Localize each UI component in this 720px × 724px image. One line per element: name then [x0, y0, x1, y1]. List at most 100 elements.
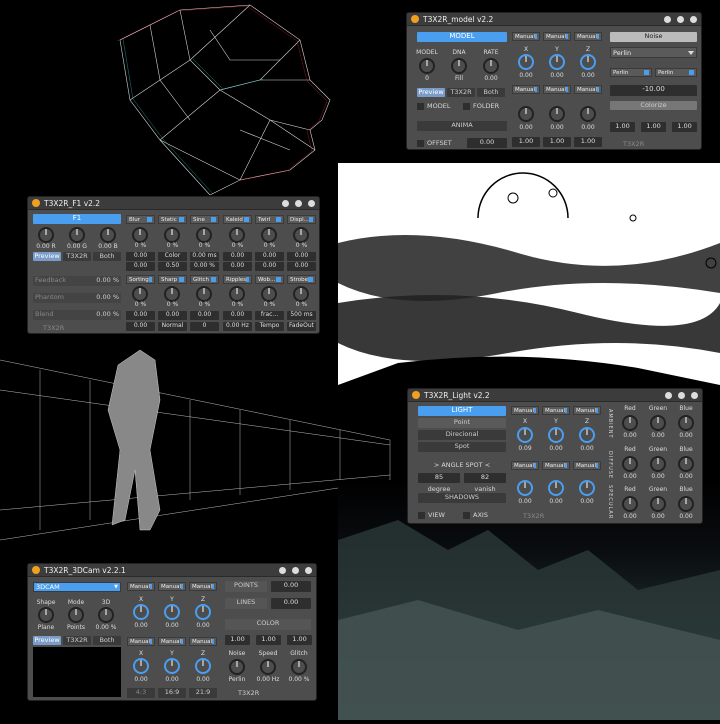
- effect-param[interactable]: 0.00: [126, 262, 155, 271]
- aspect-16-9-button[interactable]: 16:9: [158, 688, 186, 698]
- aspect-4-3-button[interactable]: 4:3: [127, 688, 155, 698]
- link-icon[interactable]: [677, 15, 684, 23]
- effect-dropdown[interactable]: Displ...: [287, 215, 316, 224]
- scale-y[interactable]: 1.00: [543, 137, 571, 147]
- noise-button[interactable]: Noise: [610, 32, 697, 42]
- x2-knob[interactable]: [516, 479, 534, 497]
- perlin-dropdown[interactable]: Perlin: [610, 47, 697, 58]
- dna-knob[interactable]: [450, 57, 468, 75]
- rgb-knob[interactable]: [649, 455, 667, 473]
- effect-param[interactable]: 0: [190, 322, 219, 331]
- shape-knob[interactable]: [37, 606, 55, 624]
- spot-button[interactable]: Spot: [418, 442, 506, 452]
- z-mode-dropdown[interactable]: Manual: [573, 406, 601, 415]
- z2-knob[interactable]: [578, 479, 596, 497]
- offset-checkbox[interactable]: OFFSET: [417, 139, 452, 147]
- y-mode-dropdown[interactable]: Manual: [158, 582, 186, 591]
- z2-mode-dropdown[interactable]: Manual: [574, 85, 602, 94]
- x2-knob[interactable]: [517, 105, 535, 123]
- link-icon[interactable]: [295, 199, 302, 207]
- colorize-button[interactable]: Colorize: [610, 101, 697, 110]
- color-3[interactable]: 1.00: [672, 122, 697, 132]
- shadows-button[interactable]: SHADOWS: [418, 493, 506, 503]
- degree-value[interactable]: 85: [418, 473, 460, 483]
- rgb-knob[interactable]: [649, 414, 667, 432]
- y-knob[interactable]: [163, 603, 181, 621]
- y2-knob[interactable]: [548, 105, 566, 123]
- phantom-slider[interactable]: Phantom 0.00 %: [33, 293, 121, 303]
- directional-button[interactable]: Direcional: [418, 430, 506, 440]
- rgb-knob[interactable]: [621, 495, 639, 513]
- effect-param[interactable]: 0.00: [287, 252, 316, 261]
- camera-type-dropdown[interactable]: 3DCAM ▼: [33, 582, 121, 592]
- color-2[interactable]: 1.00: [641, 122, 666, 132]
- y2-knob[interactable]: [163, 657, 181, 675]
- effect-dropdown[interactable]: Strobe: [287, 275, 316, 284]
- tab-preview[interactable]: Preview: [417, 88, 445, 97]
- effect-dropdown[interactable]: Wob...: [255, 275, 284, 284]
- points-button[interactable]: POINTS: [225, 581, 267, 592]
- z-knob[interactable]: [579, 53, 597, 71]
- effect-dropdown[interactable]: Blur: [126, 215, 155, 224]
- speed-knob[interactable]: [259, 658, 277, 676]
- z2-knob[interactable]: [579, 105, 597, 123]
- z2-mode-dropdown[interactable]: Manual: [573, 461, 601, 470]
- tab-both[interactable]: Both: [93, 636, 121, 645]
- axis-checkbox[interactable]: AXIS: [463, 511, 488, 519]
- save-icon[interactable]: [691, 391, 698, 399]
- color-3[interactable]: 1.00: [287, 635, 312, 645]
- y-mode-dropdown[interactable]: Manual: [542, 406, 570, 415]
- point-button[interactable]: Point: [418, 418, 506, 428]
- tab-preview[interactable]: Preview: [33, 636, 61, 645]
- effect-param[interactable]: 0.50: [158, 262, 187, 271]
- effect-dropdown[interactable]: Ripples: [223, 275, 252, 284]
- z-mode-dropdown[interactable]: Manual: [574, 32, 602, 41]
- tab-both[interactable]: Both: [93, 252, 121, 261]
- z2-knob[interactable]: [194, 657, 212, 675]
- power-icon[interactable]: [411, 15, 419, 23]
- settings-icon[interactable]: [664, 15, 671, 23]
- y2-mode-dropdown[interactable]: Manual: [542, 461, 570, 470]
- model-checkbox[interactable]: MODEL: [417, 102, 450, 110]
- y2-mode-dropdown[interactable]: Manual: [543, 85, 571, 94]
- power-icon[interactable]: [412, 391, 420, 399]
- rgb-knob[interactable]: [677, 495, 695, 513]
- green-knob[interactable]: [68, 226, 86, 244]
- effect-param[interactable]: 0.00 Hz: [223, 322, 252, 331]
- link-icon[interactable]: [292, 566, 299, 574]
- x-knob[interactable]: [517, 53, 535, 71]
- effect-param[interactable]: 0.00: [223, 252, 252, 261]
- effect-param[interactable]: FadeOut: [287, 322, 316, 331]
- lines-value[interactable]: 0.00: [271, 598, 311, 609]
- z2-mode-dropdown[interactable]: Manual: [189, 637, 217, 646]
- settings-icon[interactable]: [282, 199, 289, 207]
- light-button[interactable]: LIGHT: [418, 406, 506, 416]
- power-icon[interactable]: [32, 199, 40, 207]
- perlin-b-dropdown[interactable]: Perlin: [655, 68, 697, 77]
- save-icon[interactable]: [690, 15, 697, 23]
- offset-value[interactable]: 0.00: [467, 138, 507, 148]
- x2-knob[interactable]: [132, 657, 150, 675]
- effect-dropdown[interactable]: Static: [158, 215, 187, 224]
- tab-both[interactable]: Both: [477, 88, 505, 97]
- effect-param[interactable]: frac...: [255, 311, 284, 320]
- noise-knob[interactable]: [228, 658, 246, 676]
- model-knob[interactable]: [418, 57, 436, 75]
- y-knob[interactable]: [548, 53, 566, 71]
- y2-mode-dropdown[interactable]: Manual: [158, 637, 186, 646]
- rgb-knob[interactable]: [649, 495, 667, 513]
- x2-mode-dropdown[interactable]: Manual: [127, 637, 155, 646]
- tab-t3x2r[interactable]: T3X2R: [447, 88, 475, 97]
- effect-param[interactable]: 500 ms: [287, 311, 316, 320]
- z-mode-dropdown[interactable]: Manual: [189, 582, 217, 591]
- y-knob[interactable]: [547, 426, 565, 444]
- blue-knob[interactable]: [99, 226, 117, 244]
- rgb-knob[interactable]: [621, 455, 639, 473]
- rgb-knob[interactable]: [621, 414, 639, 432]
- model-button[interactable]: MODEL: [417, 32, 507, 42]
- blend-slider[interactable]: Blend 0.00 %: [33, 310, 121, 320]
- effect-param[interactable]: Normal: [158, 322, 187, 331]
- feedback-slider[interactable]: Feedback 0.00 %: [33, 276, 121, 286]
- tab-preview[interactable]: Preview: [33, 252, 61, 261]
- y2-knob[interactable]: [547, 479, 565, 497]
